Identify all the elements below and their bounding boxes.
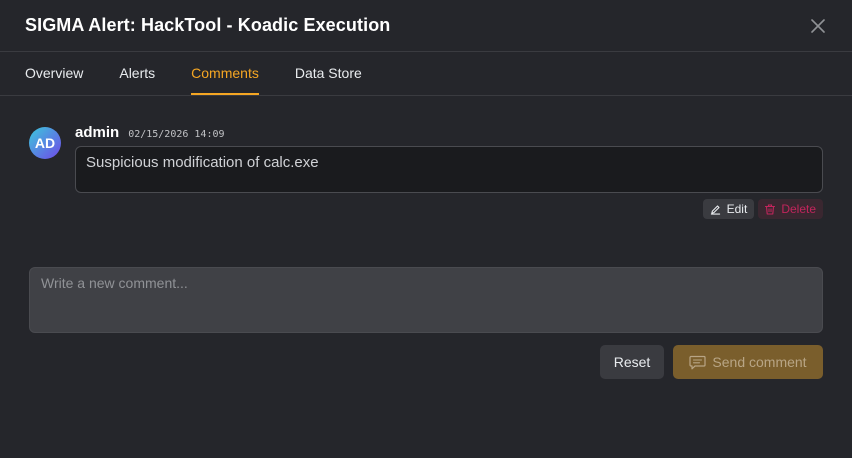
modal-title: SIGMA Alert: HackTool - Koadic Execution (25, 15, 391, 35)
edit-comment-button[interactable]: Edit (702, 199, 755, 219)
edit-label: Edit (726, 202, 748, 216)
tab-bar: Overview Alerts Comments Data Store (0, 52, 852, 96)
comment-actions: Edit Delete (75, 199, 823, 219)
comment-text: Suspicious modification of calc.exe (75, 146, 823, 193)
avatar: AD (29, 127, 61, 159)
delete-comment-button[interactable]: Delete (758, 199, 823, 219)
send-label: Send comment (712, 354, 807, 370)
comment-form-actions: Reset Send comment (29, 345, 823, 379)
tab-overview[interactable]: Overview (25, 52, 83, 95)
comments-panel: AD admin 02/15/2026 14:09 Suspicious mod… (0, 124, 852, 379)
trash-icon (765, 203, 776, 215)
comment-item: AD admin 02/15/2026 14:09 Suspicious mod… (29, 124, 823, 219)
message-icon (689, 355, 707, 369)
comment-meta: admin 02/15/2026 14:09 (75, 124, 823, 144)
delete-label: Delete (781, 202, 816, 216)
pencil-icon (710, 204, 720, 215)
close-icon (811, 18, 825, 33)
alert-modal: SIGMA Alert: HackTool - Koadic Execution… (0, 0, 852, 458)
tab-data-store[interactable]: Data Store (295, 52, 362, 95)
tab-comments[interactable]: Comments (191, 52, 259, 95)
modal-header: SIGMA Alert: HackTool - Koadic Execution (0, 0, 852, 52)
send-comment-button[interactable]: Send comment (673, 345, 823, 379)
comment-timestamp: 02/15/2026 14:09 (128, 129, 225, 140)
comment-body: admin 02/15/2026 14:09 Suspicious modifi… (75, 124, 823, 219)
new-comment-input[interactable] (29, 267, 823, 333)
reset-button[interactable]: Reset (600, 345, 664, 379)
tab-alerts[interactable]: Alerts (119, 52, 155, 95)
comment-author: admin (75, 124, 120, 141)
close-button[interactable] (808, 16, 828, 36)
